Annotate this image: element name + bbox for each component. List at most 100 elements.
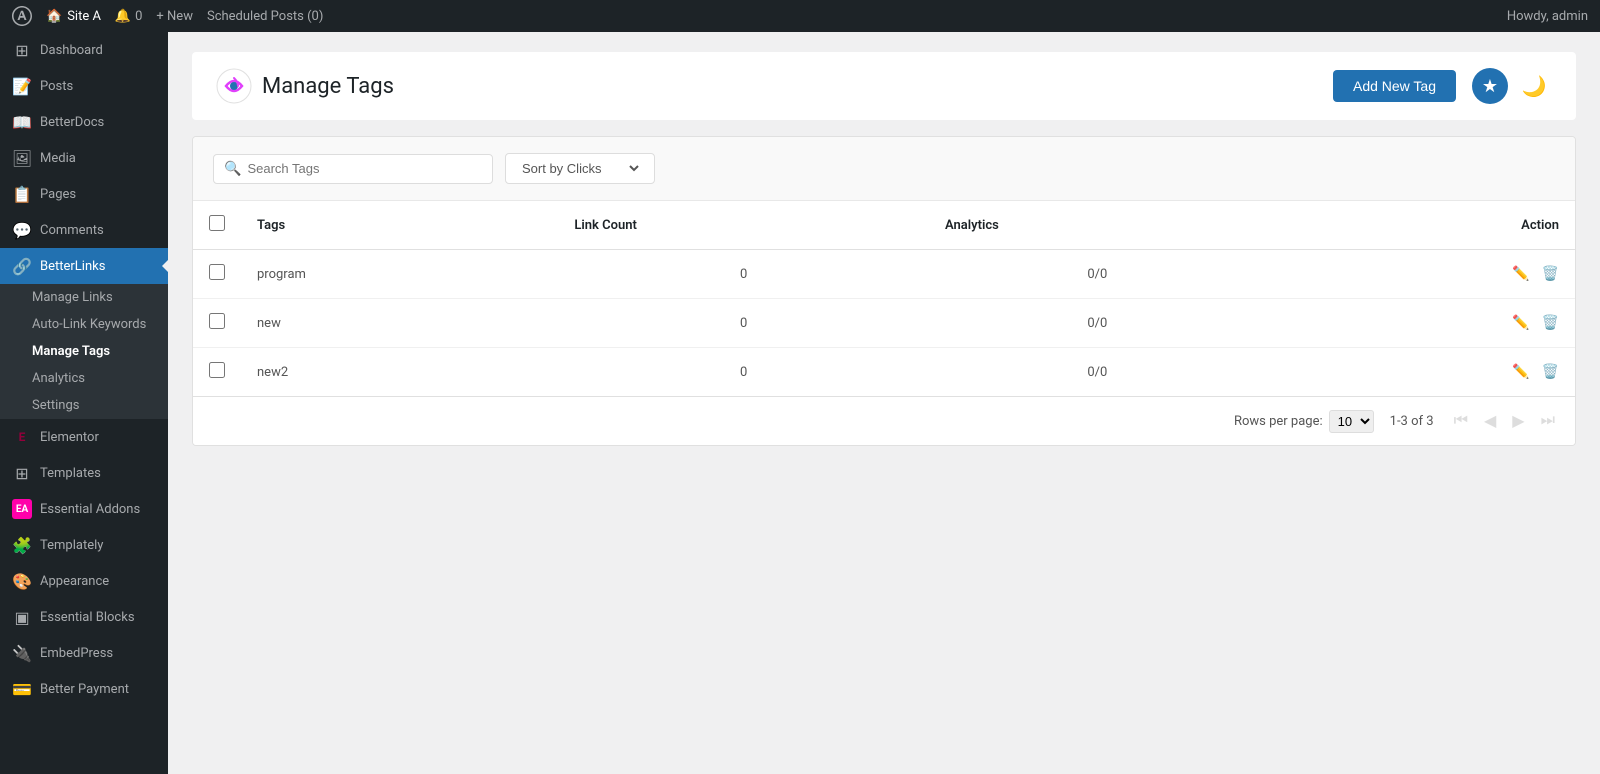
main-content: Manage Tags Add New Tag ★ 🌙 🔍 (168, 32, 1600, 774)
edit-icon-1[interactable]: ✏️ (1512, 266, 1529, 282)
next-page-button[interactable]: ▶ (1508, 409, 1528, 433)
pages-icon: 📋 (12, 184, 32, 204)
last-page-button[interactable]: ⏭ (1537, 410, 1559, 432)
table-row: new 0 0/0 ✏️ 🗑️ (193, 299, 1575, 348)
sidebar-item-media[interactable]: 🖼 Media (0, 140, 168, 176)
sidebar-label-posts: Posts (40, 79, 73, 94)
dashboard-icon: ⊞ (12, 40, 32, 60)
sidebar-label-elementor: Elementor (40, 430, 99, 445)
sidebar-label-templately: Templately (40, 538, 103, 553)
betterlinks-submenu: Manage Links Auto-Link Keywords Manage T… (0, 284, 168, 419)
sort-select[interactable]: Sort by Clicks Sort by Name Sort by Coun… (518, 160, 642, 177)
sidebar-label-essential-addons: Essential Addons (40, 502, 140, 517)
active-arrow-icon (162, 260, 168, 272)
rows-per-page-select[interactable]: 10 25 50 (1329, 410, 1374, 433)
howdy-label: Howdy, admin (1507, 9, 1588, 24)
appearance-icon: 🎨 (12, 571, 32, 591)
elementor-icon: E (12, 427, 32, 447)
sidebar: ⊞ Dashboard 📝 Posts 📖 BetterDocs 🖼 Media… (0, 32, 168, 774)
table-header-row: Tags Link Count Analytics Action (193, 201, 1575, 250)
delete-icon-3[interactable]: 🗑️ (1542, 364, 1559, 380)
link-count-1: 0 (558, 250, 929, 299)
page-title: Manage Tags (262, 74, 394, 99)
star-icon: ★ (1482, 76, 1498, 97)
site-name-bar[interactable]: 🏠 Site A (46, 9, 101, 24)
row-checkbox-cell (193, 250, 241, 299)
comments-icon: 💬 (12, 220, 32, 240)
embedpress-icon: 🔌 (12, 643, 32, 663)
edit-icon-3[interactable]: ✏️ (1512, 364, 1529, 380)
new-post-button[interactable]: + New (156, 9, 193, 24)
search-tags-input[interactable] (247, 161, 482, 176)
star-button[interactable]: ★ (1472, 68, 1508, 104)
tag-name-2: new (241, 299, 558, 348)
search-wrap[interactable]: 🔍 (213, 154, 493, 184)
add-new-tag-button[interactable]: Add New Tag (1333, 70, 1456, 102)
notifications-bar[interactable]: 🔔 0 (115, 9, 143, 24)
sidebar-item-pages[interactable]: 📋 Pages (0, 176, 168, 212)
better-payment-icon: 💳 (12, 679, 32, 699)
submenu-settings[interactable]: Settings (0, 392, 168, 419)
sidebar-item-essential-addons[interactable]: EA Essential Addons (0, 491, 168, 527)
sidebar-label-appearance: Appearance (40, 574, 109, 589)
row-checkbox-cell (193, 299, 241, 348)
templates-icon: ⊞ (12, 463, 32, 483)
sidebar-label-essential-blocks: Essential Blocks (40, 610, 135, 625)
betterdocs-icon: 📖 (12, 112, 32, 132)
sidebar-label-templates: Templates (40, 466, 101, 481)
page-range-label: 1-3 of 3 (1390, 414, 1434, 429)
col-tags: Tags (241, 201, 558, 250)
delete-icon-1[interactable]: 🗑️ (1542, 266, 1559, 282)
search-icon: 🔍 (224, 161, 241, 177)
posts-icon: 📝 (12, 76, 32, 96)
analytics-1: 0/0 (929, 250, 1266, 299)
link-count-2: 0 (558, 299, 929, 348)
page-header: Manage Tags Add New Tag ★ 🌙 (192, 52, 1576, 120)
betterlinks-icon: 🔗 (12, 256, 32, 276)
moon-button[interactable]: 🌙 (1516, 68, 1552, 104)
table-row: new2 0 0/0 ✏️ 🗑️ (193, 348, 1575, 397)
sidebar-label-betterdocs: BetterDocs (40, 115, 104, 130)
edit-icon-2[interactable]: ✏️ (1512, 315, 1529, 331)
sidebar-item-comments[interactable]: 💬 Comments (0, 212, 168, 248)
action-cell-1: ✏️ 🗑️ (1266, 250, 1575, 299)
sidebar-item-embedpress[interactable]: 🔌 EmbedPress (0, 635, 168, 671)
essential-blocks-icon: ▣ (12, 607, 32, 627)
tag-name-3: new2 (241, 348, 558, 397)
sidebar-item-betterlinks[interactable]: 🔗 BetterLinks (0, 248, 168, 284)
sidebar-label-pages: Pages (40, 187, 76, 202)
media-icon: 🖼 (12, 148, 32, 168)
submenu-analytics[interactable]: Analytics (0, 365, 168, 392)
sidebar-item-dashboard[interactable]: ⊞ Dashboard (0, 32, 168, 68)
link-count-3: 0 (558, 348, 929, 397)
submenu-manage-tags[interactable]: Manage Tags (0, 338, 168, 365)
col-checkbox (193, 201, 241, 250)
scheduled-posts-label[interactable]: Scheduled Posts (0) (207, 9, 323, 24)
sidebar-item-templates[interactable]: ⊞ Templates (0, 455, 168, 491)
action-cell-3: ✏️ 🗑️ (1266, 348, 1575, 397)
select-all-checkbox[interactable] (209, 215, 225, 231)
wp-logo-icon (12, 6, 32, 26)
sidebar-item-essential-blocks[interactable]: ▣ Essential Blocks (0, 599, 168, 635)
admin-bar: 🏠 Site A 🔔 0 + New Scheduled Posts (0) H… (0, 0, 1600, 32)
row-checkbox-3[interactable] (209, 362, 225, 378)
sort-dropdown[interactable]: Sort by Clicks Sort by Name Sort by Coun… (505, 153, 655, 184)
sidebar-item-elementor[interactable]: E Elementor (0, 419, 168, 455)
submenu-auto-link-keywords[interactable]: Auto-Link Keywords (0, 311, 168, 338)
sidebar-item-posts[interactable]: 📝 Posts (0, 68, 168, 104)
first-page-button[interactable]: ⏮ (1450, 410, 1472, 432)
sidebar-item-betterdocs[interactable]: 📖 BetterDocs (0, 104, 168, 140)
prev-page-button[interactable]: ◀ (1480, 409, 1500, 433)
row-checkbox-2[interactable] (209, 313, 225, 329)
delete-icon-2[interactable]: 🗑️ (1542, 315, 1559, 331)
sidebar-label-dashboard: Dashboard (40, 43, 103, 58)
sidebar-label-media: Media (40, 151, 76, 166)
rows-per-page-wrap: Rows per page: 10 25 50 (1234, 410, 1374, 433)
content-panel: 🔍 Sort by Clicks Sort by Name Sort by Co… (192, 136, 1576, 446)
sidebar-item-better-payment[interactable]: 💳 Better Payment (0, 671, 168, 707)
sidebar-item-templately[interactable]: 🧩 Templately (0, 527, 168, 563)
essential-addons-icon: EA (12, 499, 32, 519)
sidebar-item-appearance[interactable]: 🎨 Appearance (0, 563, 168, 599)
row-checkbox-1[interactable] (209, 264, 225, 280)
submenu-manage-links[interactable]: Manage Links (0, 284, 168, 311)
